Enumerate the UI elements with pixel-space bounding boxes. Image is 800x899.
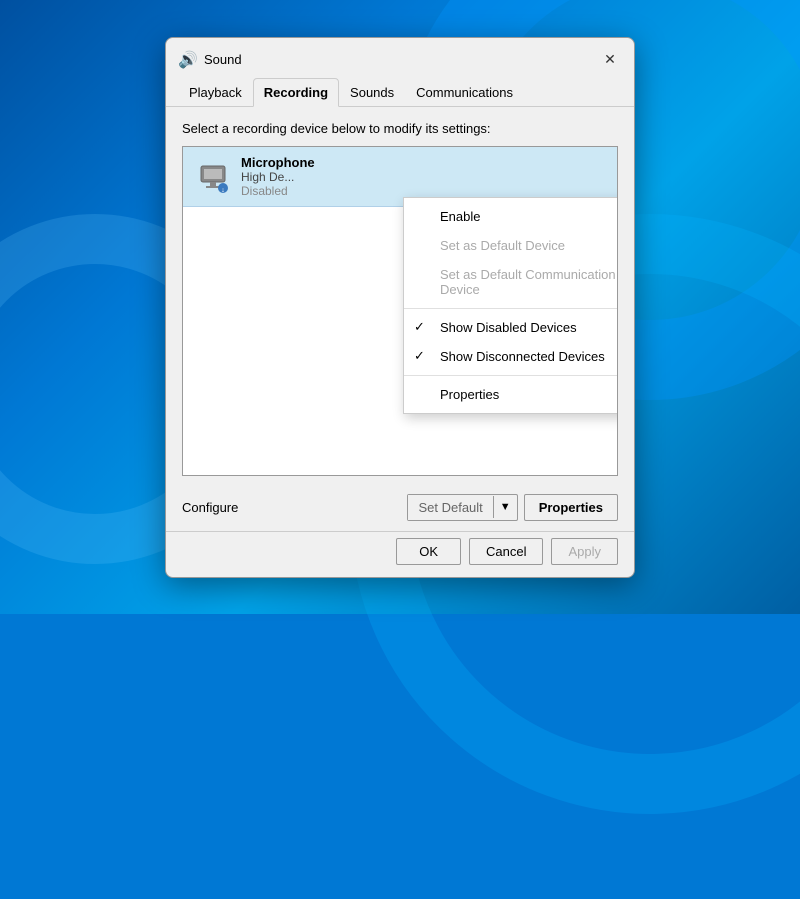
tab-communications[interactable]: Communications (405, 78, 524, 107)
tab-playback[interactable]: Playback (178, 78, 253, 107)
ctx-show-disabled-label: Show Disabled Devices (440, 320, 577, 335)
dialog-body: Select a recording device below to modif… (166, 107, 634, 486)
instruction-text: Select a recording device below to modif… (182, 121, 618, 136)
dialog-bottom-bar: Configure Set Default ▼ Properties (166, 486, 634, 531)
sound-dialog: 🔊 Sound ✕ Playback Recording Sounds Comm… (165, 37, 635, 578)
device-sub1: High De... (241, 170, 315, 184)
dialog-footer: OK Cancel Apply (166, 531, 634, 577)
device-list[interactable]: ↓ Microphone High De... Disabled Enable … (182, 146, 618, 476)
svg-text:↓: ↓ (221, 187, 225, 194)
dialog-titlebar: 🔊 Sound ✕ (166, 38, 634, 72)
tabs-bar: Playback Recording Sounds Communications (166, 72, 634, 107)
close-button[interactable]: ✕ (598, 48, 622, 72)
dialog-title: Sound (204, 52, 242, 67)
microphone-icon: ↓ (197, 158, 229, 194)
set-default-button[interactable]: Set Default (408, 495, 492, 520)
cancel-button[interactable]: Cancel (469, 538, 543, 565)
set-default-dropdown-arrow[interactable]: ▼ (493, 496, 517, 518)
ctx-separator-1 (404, 308, 618, 309)
device-icon-wrap: ↓ (193, 156, 233, 196)
configure-link[interactable]: Configure (182, 500, 238, 515)
ctx-enable[interactable]: Enable (404, 202, 618, 231)
ok-button[interactable]: OK (396, 538, 461, 565)
dialog-overlay: 🔊 Sound ✕ Playback Recording Sounds Comm… (0, 0, 800, 614)
ctx-show-disconnected-label: Show Disconnected Devices (440, 349, 605, 364)
ctx-show-disabled[interactable]: ✓ Show Disabled Devices (404, 313, 618, 342)
ctx-separator-2 (404, 375, 618, 376)
bottom-right-controls: Set Default ▼ Properties (407, 494, 618, 521)
context-menu: Enable Set as Default Device Set as Defa… (403, 197, 618, 414)
apply-button[interactable]: Apply (551, 538, 618, 565)
check-show-disabled: ✓ (414, 319, 425, 335)
device-sub2: Disabled (241, 184, 315, 198)
title-left: 🔊 Sound (178, 50, 242, 70)
device-name: Microphone (241, 155, 315, 170)
properties-button[interactable]: Properties (524, 494, 618, 521)
sound-app-icon: 🔊 (178, 50, 198, 70)
ctx-set-default: Set as Default Device (404, 231, 618, 260)
tab-recording[interactable]: Recording (253, 78, 339, 107)
check-show-disconnected: ✓ (414, 348, 425, 364)
ctx-show-disconnected[interactable]: ✓ Show Disconnected Devices (404, 342, 618, 371)
ctx-set-default-comm: Set as Default Communication Device (404, 260, 618, 304)
ctx-properties[interactable]: Properties (404, 380, 618, 409)
device-info: Microphone High De... Disabled (241, 155, 315, 198)
set-default-group: Set Default ▼ (407, 494, 517, 521)
tab-sounds[interactable]: Sounds (339, 78, 405, 107)
